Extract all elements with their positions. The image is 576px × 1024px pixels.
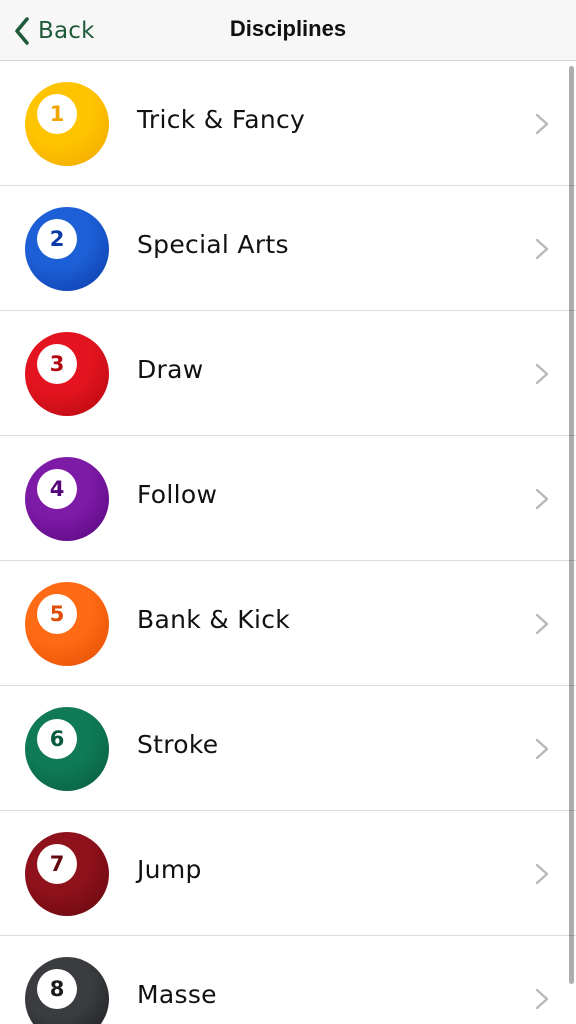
ball-5-icon: 5 (25, 582, 109, 666)
ball-4-icon: 4 (25, 457, 109, 541)
ball-number: 3 (37, 344, 77, 384)
list-item-label: Special Arts (137, 230, 289, 259)
list-item-label: Jump (137, 855, 202, 884)
list-item-bank-kick[interactable]: 5 Bank & Kick (0, 561, 576, 686)
list-item-follow[interactable]: 4 Follow (0, 436, 576, 561)
list-item-label: Follow (137, 480, 218, 509)
list-item-label: Masse (137, 980, 217, 1009)
chevron-right-icon (535, 113, 549, 135)
chevron-right-icon (535, 863, 549, 885)
list-item-masse[interactable]: 8 Masse (0, 936, 576, 1024)
chevron-right-icon (535, 613, 549, 635)
ball-number: 5 (37, 594, 77, 634)
ball-8-icon: 8 (25, 957, 109, 1024)
list-item-label: Draw (137, 355, 204, 384)
disciplines-list: 1 Trick & Fancy 2 Special Arts 3 Draw 4 … (0, 61, 576, 1024)
list-item-label: Stroke (137, 730, 219, 759)
chevron-right-icon (535, 238, 549, 260)
ball-2-icon: 2 (25, 207, 109, 291)
chevron-right-icon (535, 738, 549, 760)
ball-number: 4 (37, 469, 77, 509)
navigation-bar: Back Disciplines (0, 0, 576, 61)
list-item-special-arts[interactable]: 2 Special Arts (0, 186, 576, 311)
ball-number: 2 (37, 219, 77, 259)
list-item-label: Bank & Kick (137, 605, 291, 634)
scrollbar[interactable] (569, 66, 574, 984)
page-title: Disciplines (229, 16, 347, 41)
list-item-draw[interactable]: 3 Draw (0, 311, 576, 436)
ball-number: 7 (37, 844, 77, 884)
list-item-jump[interactable]: 7 Jump (0, 811, 576, 936)
ball-number: 1 (37, 94, 77, 134)
list-item-stroke[interactable]: 6 Stroke (0, 686, 576, 811)
list-item-label: Trick & Fancy (137, 105, 306, 134)
chevron-right-icon (535, 988, 549, 1010)
chevron-right-icon (535, 363, 549, 385)
chevron-right-icon (535, 488, 549, 510)
list-item-trick-fancy[interactable]: 1 Trick & Fancy (0, 61, 576, 186)
ball-number: 6 (37, 719, 77, 759)
ball-7-icon: 7 (25, 832, 109, 916)
ball-1-icon: 1 (25, 82, 109, 166)
ball-6-icon: 6 (25, 707, 109, 791)
ball-number: 8 (37, 969, 77, 1009)
ball-3-icon: 3 (25, 332, 109, 416)
